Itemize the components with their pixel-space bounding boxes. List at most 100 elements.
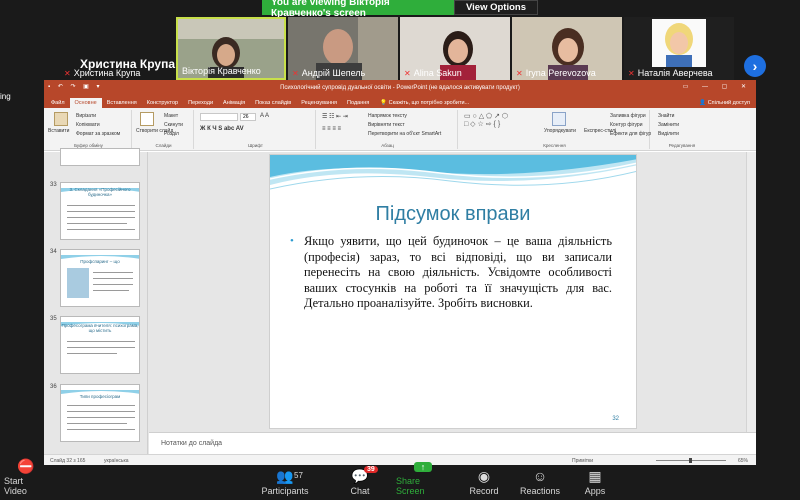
bold-italic-underline-icons[interactable]: Ж К Ч S abc AV	[200, 126, 244, 132]
notes-pane[interactable]: Нотатки до слайда	[149, 432, 756, 454]
list-icons[interactable]: ☰ ☷ ⇤ ⇥	[322, 113, 348, 120]
zoom-slider-handle[interactable]	[689, 458, 692, 463]
participant-tile[interactable]: Вікторія Кравченко	[176, 17, 286, 80]
thumbnail-number: 34	[50, 249, 57, 255]
font-group: 26 A A Ж К Ч S abc AV Шрифт	[196, 110, 316, 149]
shape-outline-button[interactable]: Контур фігури	[610, 122, 642, 128]
font-label: Шрифт	[248, 143, 263, 148]
find-button[interactable]: Знайти	[658, 113, 674, 119]
next-page-arrow-icon[interactable]: ›	[744, 55, 766, 77]
format-painter-button[interactable]: Формат за зразком	[76, 131, 120, 137]
thumbnail-image: Типи професіограм	[60, 384, 140, 442]
slide-title[interactable]: Підсумок вправи	[270, 203, 636, 226]
tab-transitions[interactable]: Переходи	[183, 98, 218, 108]
language-indicator[interactable]: українська	[104, 458, 129, 464]
muted-mic-icon: ✕	[64, 68, 71, 78]
slides-label: Слайди	[155, 143, 172, 148]
participant-label: ✕ Alina Sakun	[404, 68, 462, 78]
smartart-button[interactable]: Перетворити на об'єкт SmartArt	[368, 131, 441, 137]
participant-label: ✕ Христина Крупа	[64, 68, 141, 78]
quick-access-toolbar[interactable]: ▪ ↶ ↷ ▣ ▾	[48, 83, 103, 90]
tab-review[interactable]: Рецензування	[296, 98, 342, 108]
arrange-button[interactable]: Упорядкувати	[544, 128, 576, 134]
muted-mic-icon: ✕	[628, 68, 635, 78]
participant-label: ✕ Андрій Шепель	[292, 68, 366, 78]
tab-insert[interactable]: Вставлення	[102, 98, 142, 108]
bullet-icon: •	[290, 235, 294, 247]
reset-button[interactable]: Скинути	[164, 122, 183, 128]
view-options-button[interactable]: View Options	[454, 0, 538, 15]
tab-animations[interactable]: Анімація	[218, 98, 250, 108]
thumbnail-image: Професограма вчителя: психограма, що міс…	[60, 316, 140, 374]
share-button[interactable]: 👤 Спільний доступ	[693, 98, 756, 108]
apps-button[interactable]: ▦ Apps	[580, 465, 610, 500]
align-text-button[interactable]: Вирівняти текст	[368, 122, 405, 128]
shapes-gallery-icon[interactable]: ▭ ○ △ ⬠ ↗ ⬡ □ ◇ ☆ ⇨ { }	[464, 112, 508, 128]
record-button[interactable]: ◉ Record	[466, 465, 502, 500]
font-family-box[interactable]	[200, 113, 238, 121]
paste-button[interactable]: Вставити	[48, 128, 69, 134]
current-slide[interactable]: Підсумок вправи • Якщо уявити, що цей бу…	[269, 154, 637, 429]
vertical-scrollbar[interactable]	[746, 152, 756, 432]
reactions-icon: ☺	[532, 468, 548, 484]
chat-button[interactable]: 💬 39 Chat	[342, 465, 378, 500]
font-grow-icon[interactable]: A A	[260, 113, 269, 119]
start-video-button[interactable]: ⛔ Start Video	[4, 459, 48, 500]
ppt-workspace: 33 3. Складання «Професійного будиночка»…	[44, 148, 756, 454]
new-slide-icon[interactable]	[140, 112, 154, 126]
arrange-icon[interactable]	[552, 112, 566, 126]
slide-number: 32	[612, 416, 619, 422]
muted-mic-icon: ✕	[404, 68, 411, 78]
notes-toggle[interactable]: Примітки	[572, 458, 593, 464]
record-icon: ◉	[477, 468, 491, 484]
tell-me-search[interactable]: 💡 Скажіть, що потрібно зробити...	[374, 98, 475, 108]
shape-fill-button[interactable]: Заливка фігури	[610, 113, 646, 119]
thumbnail-picture	[67, 268, 89, 298]
participants-button[interactable]: 👥 57 Participants	[258, 465, 312, 500]
replace-button[interactable]: Замінити	[658, 122, 679, 128]
participant-tile[interactable]: ✕ Андрій Шепель	[288, 17, 398, 80]
copy-button[interactable]: Копіювати	[76, 122, 100, 128]
video-gallery: Христина Крупа ✕ Христина Крупа Вікторія…	[0, 17, 800, 80]
share-screen-button[interactable]: ↑ Share Screen	[396, 462, 450, 500]
screen-share-banner: You are viewing Вікторія Кравченко's scr…	[262, 0, 538, 19]
apps-icon: ▦	[588, 468, 602, 484]
notes-placeholder: Нотатки до слайда	[161, 440, 223, 447]
tab-slideshow[interactable]: Показ слайдів	[250, 98, 296, 108]
zoom-control-bar: ⛔ Start Video 👥 57 Participants 💬 39 Cha…	[0, 459, 800, 500]
shape-effects-button[interactable]: Ефекти для фігур	[610, 131, 651, 137]
paste-icon[interactable]	[54, 112, 68, 126]
participant-label: ✕ Наталія Аверчева	[628, 68, 713, 78]
participant-tile[interactable]: ✕ Iryna Perevozova	[512, 17, 622, 80]
text-direction-button[interactable]: Напрямок тексту	[368, 113, 407, 119]
paragraph-label: Абзац	[381, 143, 394, 148]
participant-tile[interactable]: ✕ Alina Sakun	[400, 17, 510, 80]
layout-button[interactable]: Макет	[164, 113, 178, 119]
muted-mic-icon: ✕	[292, 68, 299, 78]
participant-tile[interactable]: ✕ Наталія Аверчева	[624, 17, 734, 80]
window-controls[interactable]: ▭ — ▢ ✕	[683, 83, 752, 90]
thumbnail-image	[60, 148, 140, 166]
participant-label: ✕ Iryna Perevozova	[516, 68, 596, 78]
ppt-ribbon-tabs: Файл Основне Вставлення Конструктор Пере…	[44, 96, 756, 108]
align-icons[interactable]: ≡ ≡ ≡ ≡	[322, 126, 341, 132]
font-size-box[interactable]: 26	[240, 113, 256, 121]
select-button[interactable]: Виділити	[658, 131, 679, 137]
muted-mic-icon: ✕	[516, 68, 523, 78]
participants-icon: 👥	[276, 468, 294, 484]
section-button[interactable]: Розділ	[164, 131, 179, 137]
tab-home[interactable]: Основне	[69, 98, 102, 108]
ppt-title-bar: ▪ ↶ ↷ ▣ ▾ Психологічний супровід дуально…	[44, 80, 756, 96]
reactions-button[interactable]: ☺ Reactions	[518, 465, 562, 500]
zoom-level[interactable]: 65%	[738, 458, 748, 464]
tab-design[interactable]: Конструктор	[142, 98, 183, 108]
slide-thumbnails-pane: 33 3. Складання «Професійного будиночка»…	[44, 148, 148, 454]
tab-view[interactable]: Подання	[342, 98, 374, 108]
tab-file[interactable]: Файл	[46, 98, 70, 108]
participant-label: Вікторія Кравченко	[182, 66, 261, 76]
slide-body-text[interactable]: • Якщо уявити, що цей будиночок – це ваш…	[290, 234, 612, 312]
share-arrow-icon: ↑	[414, 462, 432, 472]
cut-button[interactable]: Вирізати	[76, 113, 96, 119]
clipboard-group: Вставити Вирізати Копіювати Формат за зр…	[46, 110, 132, 149]
editing-group: Знайти Замінити Виділити Редагування	[652, 110, 712, 149]
